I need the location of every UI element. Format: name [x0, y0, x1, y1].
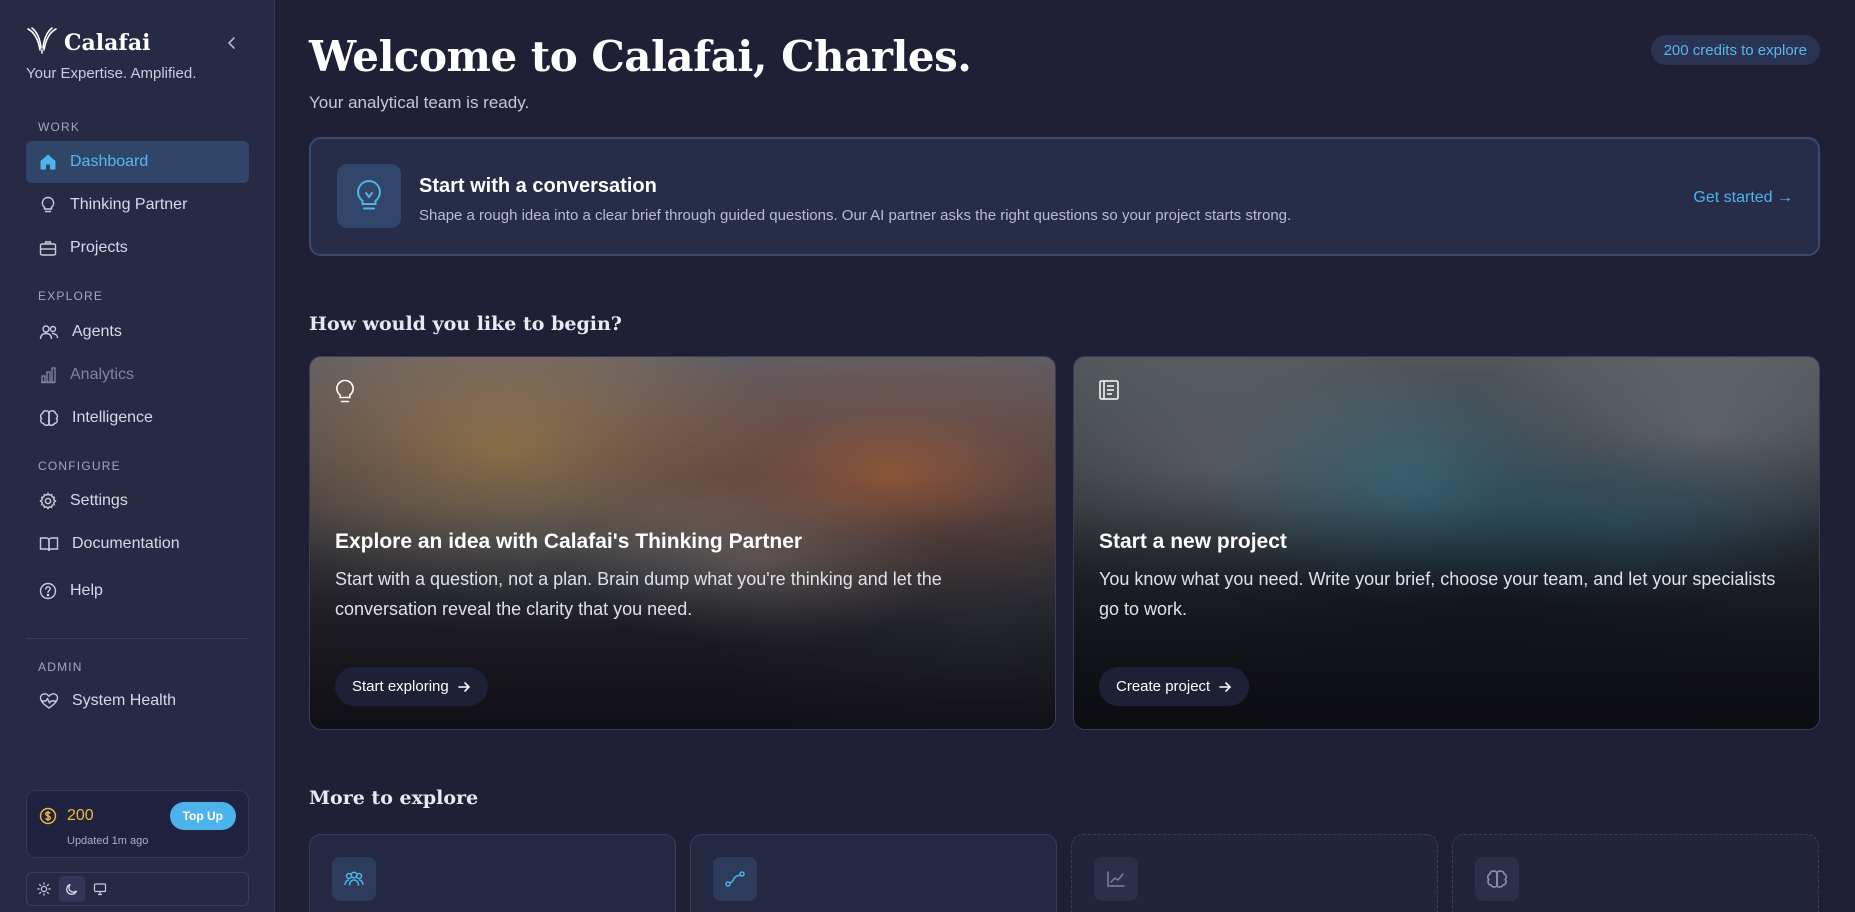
logo-icon — [26, 26, 58, 59]
theme-dark-button[interactable] — [59, 876, 85, 902]
conversation-icon-tile — [337, 164, 401, 228]
more-heading: More to explore — [309, 787, 479, 809]
bar-chart-icon — [41, 367, 56, 384]
top-up-button[interactable]: Top Up — [169, 802, 236, 830]
lightbulb-icon — [357, 179, 381, 210]
sidebar-item-label: Dashboard — [70, 153, 149, 170]
sidebar-item-system-health[interactable]: System Health — [26, 680, 249, 722]
users-icon — [344, 871, 364, 886]
credit-balance: 200 — [67, 807, 94, 824]
brain-icon — [39, 410, 59, 426]
card-description: Start with a question, not a plan. Brain… — [335, 569, 942, 619]
document-icon — [1098, 379, 1120, 406]
sidebar-item-settings[interactable]: Settings — [26, 480, 249, 522]
sidebar-item-label: Agents — [72, 323, 122, 340]
card-title: Start a new project — [1099, 530, 1287, 553]
theme-light-button[interactable] — [31, 876, 57, 902]
sidebar-item-thinking-partner[interactable]: Thinking Partner — [26, 184, 249, 226]
explore-card-intelligence[interactable] — [1452, 834, 1819, 912]
section-label-configure: CONFIGURE — [38, 459, 121, 473]
theme-switcher — [26, 872, 249, 906]
chevron-left-icon — [227, 37, 235, 49]
section-label-admin: ADMIN — [38, 660, 83, 674]
page-title: Welcome to Calafai, Charles. — [309, 32, 972, 81]
tagline: Your Expertise. Amplified. — [26, 65, 197, 82]
sidebar-item-label: Documentation — [72, 535, 180, 552]
trend-icon-tile — [1094, 857, 1138, 901]
users-icon-tile — [332, 857, 376, 901]
section-label-work: WORK — [38, 120, 81, 134]
page-subtitle: Your analytical team is ready. — [309, 93, 530, 112]
explore-card-workflows[interactable] — [690, 834, 1057, 912]
sun-icon — [37, 882, 51, 896]
sidebar-item-label: Projects — [70, 239, 128, 256]
brain-icon-tile — [1475, 857, 1519, 901]
conversation-title: Start with a conversation — [419, 175, 657, 197]
sidebar-item-label: System Health — [72, 692, 177, 709]
monitor-icon — [93, 883, 107, 896]
lightbulb-icon — [334, 379, 356, 410]
collapse-sidebar-button[interactable] — [222, 33, 242, 53]
lightbulb-icon — [41, 196, 55, 213]
heart-pulse-icon — [39, 693, 59, 709]
route-icon-tile — [713, 857, 757, 901]
start-exploring-button[interactable]: Start exploring — [335, 667, 488, 706]
sidebar-item-agents[interactable]: Agents — [26, 311, 249, 353]
theme-system-button[interactable] — [87, 876, 113, 902]
route-icon — [725, 871, 745, 887]
sidebar-item-projects[interactable]: Projects — [26, 227, 249, 269]
button-label: Create project — [1116, 678, 1211, 695]
sidebar-item-intelligence[interactable]: Intelligence — [26, 397, 249, 439]
book-icon — [39, 537, 59, 552]
conversation-description: Shape a rough idea into a clear brief th… — [419, 207, 1292, 224]
explore-card-analytics[interactable] — [1071, 834, 1438, 912]
sidebar-item-documentation[interactable]: Documentation — [26, 523, 249, 565]
sidebar: Calafai Your Expertise. Amplified. WORK … — [0, 0, 275, 912]
create-project-button[interactable]: Create project — [1099, 667, 1250, 706]
arrow-right-icon — [1219, 681, 1232, 692]
sidebar-item-analytics[interactable]: Analytics — [26, 354, 249, 396]
arrow-right-icon — [457, 681, 470, 692]
begin-heading: How would you like to begin? — [309, 313, 622, 335]
explore-card-agents[interactable] — [309, 834, 676, 912]
sidebar-item-label: Help — [70, 582, 103, 599]
credits-updated-text: Updated 1m ago — [67, 835, 149, 847]
coin-icon — [39, 807, 57, 825]
get-started-link[interactable]: Get started → — [1693, 189, 1793, 207]
card-description: You know what you need. Write your brief… — [1099, 569, 1776, 619]
help-circle-icon — [39, 582, 57, 600]
users-icon — [39, 325, 59, 340]
credits-badge[interactable]: 200 credits to explore — [1650, 35, 1820, 65]
briefcase-icon — [39, 241, 57, 256]
sidebar-item-dashboard[interactable]: Dashboard — [26, 141, 249, 183]
brain-icon — [1487, 870, 1507, 888]
sidebar-divider — [26, 638, 249, 639]
conversation-card[interactable]: Start with a conversation Shape a rough … — [309, 137, 1820, 256]
sidebar-item-label: Intelligence — [72, 409, 153, 426]
home-icon — [40, 154, 56, 170]
gear-icon — [39, 492, 57, 510]
sidebar-item-help[interactable]: Help — [26, 570, 249, 612]
thinking-partner-card[interactable]: Explore an idea with Calafai's Thinking … — [309, 356, 1056, 730]
sidebar-item-label: Settings — [70, 492, 128, 509]
card-title: Explore an idea with Calafai's Thinking … — [335, 530, 803, 553]
brand-name: Calafai — [64, 29, 151, 56]
credits-card: 200 Top Up Updated 1m ago — [26, 790, 249, 858]
section-label-explore: EXPLORE — [38, 289, 104, 303]
new-project-card[interactable]: Start a new project You know what you ne… — [1073, 356, 1820, 730]
line-chart-icon — [1107, 871, 1125, 887]
brand[interactable]: Calafai — [26, 26, 150, 59]
sidebar-item-label: Thinking Partner — [70, 196, 188, 213]
moon-icon — [66, 883, 78, 895]
button-label: Start exploring — [352, 678, 449, 695]
sidebar-item-label: Analytics — [70, 366, 135, 383]
